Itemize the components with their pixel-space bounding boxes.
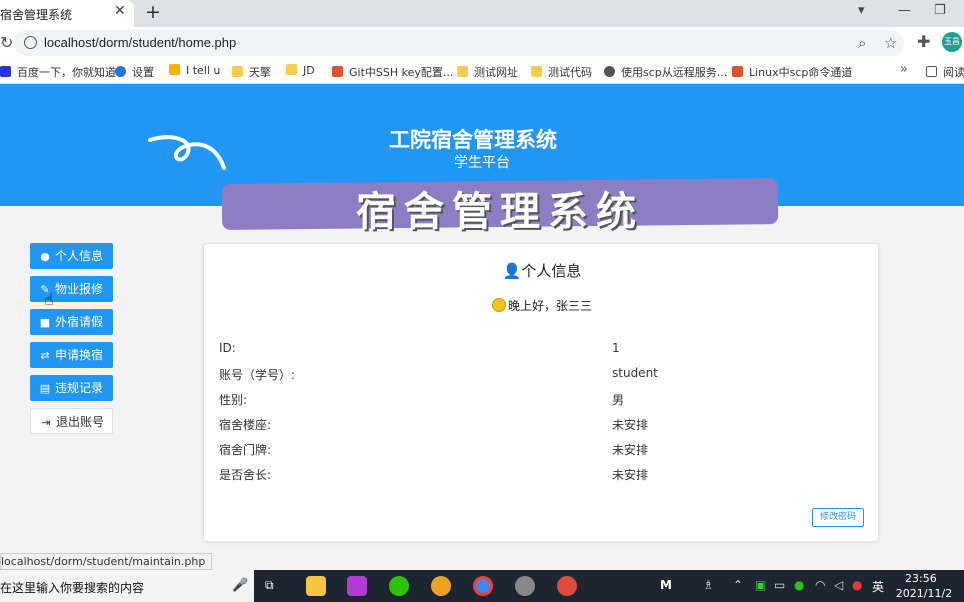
bookmark-jd[interactable]: JD bbox=[286, 64, 315, 77]
zoom-search-icon[interactable]: ⌕ bbox=[858, 34, 866, 52]
greeting: 晚上好，张三三 bbox=[204, 297, 880, 314]
sidebar-item-violations[interactable]: ▤ 违规记录 bbox=[30, 375, 113, 401]
wechat-tray-icon[interactable]: ● bbox=[794, 578, 804, 592]
minimize-icon[interactable]: — bbox=[898, 3, 911, 18]
browser-tab-bar: 宿舍管理系统 ✕ + ▾ — ❐ bbox=[0, 0, 964, 27]
site-title: 工院宿舍管理系统 bbox=[389, 128, 557, 152]
bookmark-git-ssh[interactable]: Git中SSH key配置... bbox=[332, 64, 453, 80]
browser-tab[interactable]: 宿舍管理系统 ✕ bbox=[0, 0, 134, 27]
tray-app-icon[interactable]: ▣ bbox=[755, 578, 766, 592]
user-icon: 👤 bbox=[502, 262, 522, 280]
wechat-icon[interactable] bbox=[389, 576, 409, 596]
folder-icon bbox=[286, 64, 297, 75]
profile-avatar[interactable]: 玉昌 bbox=[942, 32, 962, 52]
bookmark-test-code[interactable]: 测试代码 bbox=[531, 64, 592, 80]
globe-icon bbox=[604, 66, 615, 77]
user-icon: ● bbox=[40, 250, 50, 263]
status-url: localhost/dorm/student/maintain.php bbox=[0, 553, 213, 570]
field-row-leader: 是否舍长: 未安排 bbox=[219, 468, 649, 482]
site-subtitle: 学生平台 bbox=[454, 155, 510, 171]
url-text: localhost/dorm/student/home.php bbox=[44, 35, 237, 50]
task-view-icon[interactable]: ⧉ bbox=[265, 578, 274, 593]
csdn-icon bbox=[732, 66, 743, 77]
field-row-room: 宿舍门牌: 未安排 bbox=[219, 443, 649, 457]
folder-icon bbox=[531, 66, 542, 77]
overlay-title: 宿舍管理系统 bbox=[356, 188, 644, 235]
wifi-icon[interactable]: ◠ bbox=[815, 578, 825, 592]
change-password-button[interactable]: 修改密码 bbox=[812, 508, 864, 527]
reading-list[interactable]: 阅读 bbox=[926, 64, 964, 80]
clipboard-icon: ▤ bbox=[39, 382, 51, 395]
bookmark-tianqing[interactable]: 天擎 bbox=[232, 64, 271, 80]
url-input[interactable]: localhost/dorm/student/home.php ⌕ ☆ bbox=[14, 30, 904, 56]
tab-title: 宿舍管理系统 bbox=[0, 8, 73, 22]
battery-icon[interactable]: ▭ bbox=[774, 578, 785, 592]
sidebar-item-repair[interactable]: ✎ 物业报修 bbox=[30, 276, 113, 302]
page-content: 工院宿舍管理系统 学生平台 宿舍管理系统 ● 个人信息 ✎ 物业报修 ■ 外宿请假 ⇄… bbox=[0, 84, 964, 570]
taskbar-search[interactable]: 在这里输入你要搜索的内容 🎤 bbox=[0, 570, 254, 602]
clock-time[interactable]: 23:56 bbox=[905, 572, 937, 585]
bookmark-baidu[interactable]: 百度一下，你就知道 bbox=[0, 64, 116, 80]
itellu-icon bbox=[169, 64, 180, 75]
reading-list-icon bbox=[926, 66, 937, 77]
bookmark-settings[interactable]: 设置 bbox=[115, 64, 154, 80]
field-row-id: ID: 1 bbox=[219, 341, 620, 355]
address-bar-row: ↻ localhost/dorm/student/home.php ⌕ ☆ ✚ … bbox=[0, 27, 964, 59]
bookmarks-bar: 百度一下，你就知道 设置 I tell u 天擎 JD Git中SSH key配… bbox=[0, 59, 964, 84]
bookmark-star-icon[interactable]: ☆ bbox=[884, 34, 897, 52]
clock-date[interactable]: 2021/11/2 bbox=[894, 587, 954, 600]
swap-icon: ⇄ bbox=[40, 349, 50, 362]
folder-icon bbox=[232, 66, 243, 77]
extensions-icon[interactable]: ✚ bbox=[917, 32, 930, 51]
m-icon[interactable]: M bbox=[660, 578, 672, 592]
volume-icon[interactable]: ◁ bbox=[834, 578, 843, 592]
phpstorm-icon[interactable] bbox=[347, 576, 367, 596]
mic-icon[interactable]: 🎤 bbox=[232, 578, 248, 593]
smiley-icon bbox=[491, 298, 506, 312]
sidebar-item-profile[interactable]: ● 个人信息 bbox=[30, 243, 113, 269]
card-title: 👤个人信息 bbox=[502, 262, 582, 280]
app-icon[interactable] bbox=[557, 576, 577, 596]
field-row-gender: 性别: 男 bbox=[219, 393, 625, 407]
sidebar-item-leave[interactable]: ■ 外宿请假 bbox=[30, 309, 113, 335]
app-icon[interactable] bbox=[515, 576, 535, 596]
more-bookmarks-icon[interactable]: » bbox=[900, 62, 908, 77]
file-explorer-icon[interactable] bbox=[306, 576, 326, 596]
ime-indicator[interactable]: 英 bbox=[872, 578, 884, 595]
profile-card: 👤个人信息 晚上好，张三三 ID: 1 账号（学号）: student 性别: 男 宿… bbox=[203, 243, 879, 542]
bookmark-scp-remote[interactable]: 使用scp从远程服务... bbox=[604, 64, 727, 80]
new-tab-icon[interactable]: + bbox=[145, 1, 161, 23]
gear-icon bbox=[115, 66, 126, 77]
qq-icon[interactable]: ● bbox=[852, 578, 862, 592]
field-row-account: 账号（学号）: student bbox=[219, 366, 658, 382]
close-icon[interactable]: ✕ bbox=[114, 3, 126, 19]
sidebar-item-logout[interactable]: ⇥ 退出账号 bbox=[30, 408, 113, 434]
baidu-icon bbox=[0, 66, 11, 77]
field-row-building: 宿舍楼座: 未安排 bbox=[219, 418, 649, 432]
folder-icon bbox=[457, 66, 468, 77]
mouse-cursor: ☝ bbox=[44, 290, 54, 309]
bookmark-itellu[interactable]: I tell u bbox=[169, 64, 220, 77]
jianshu-icon bbox=[332, 66, 343, 77]
restore-icon[interactable]: ❐ bbox=[934, 3, 946, 18]
tab-search-icon[interactable]: ▾ bbox=[858, 3, 865, 18]
sun-app-icon[interactable] bbox=[431, 576, 451, 596]
sidebar-item-swap-room[interactable]: ⇄ 申请换宿 bbox=[30, 342, 113, 368]
chevron-up-icon[interactable]: ⌃ bbox=[733, 578, 743, 592]
reload-icon[interactable]: ↻ bbox=[0, 33, 13, 52]
bookmark-linux-scp[interactable]: Linux中scp命令通道 bbox=[732, 64, 852, 80]
sign-out-icon: ⇥ bbox=[41, 416, 51, 429]
taskbar-search-placeholder: 在这里输入你要搜索的内容 bbox=[0, 581, 145, 595]
bookmark-test-url[interactable]: 测试网址 bbox=[457, 64, 518, 80]
people-icon[interactable]: ♗ bbox=[703, 578, 714, 592]
info-icon[interactable] bbox=[24, 36, 37, 49]
lock-icon: ■ bbox=[39, 316, 51, 329]
taskbar: 在这里输入你要搜索的内容 🎤 ⧉ M ♗ ⌃ ▣ ▭ ● ◠ ◁ ● 英 23:… bbox=[0, 570, 964, 602]
chrome-icon[interactable] bbox=[473, 576, 493, 596]
